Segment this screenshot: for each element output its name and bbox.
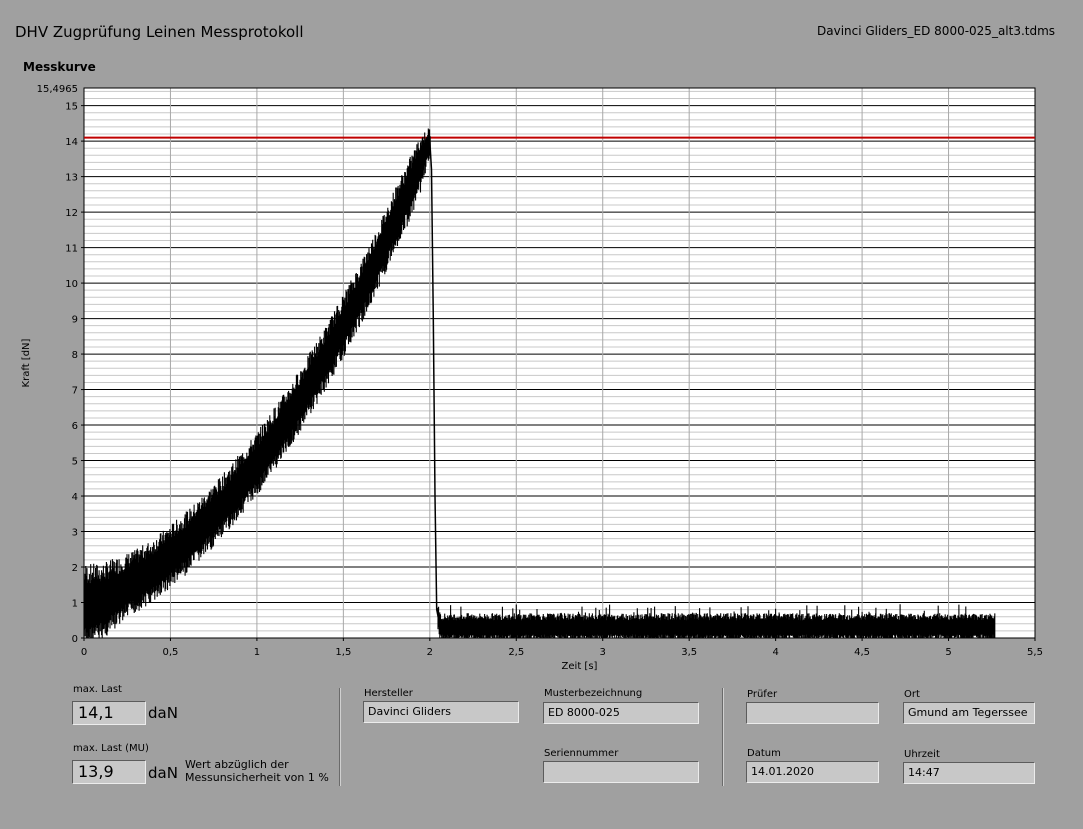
max-load-mu-unit: daN	[148, 764, 178, 782]
y-tick-label: 15	[65, 102, 78, 113]
y-max-label: 15,4965	[37, 84, 78, 95]
max-load-mu-label: max. Last (MU)	[73, 743, 149, 754]
date-field[interactable]: 14.01.2020	[746, 761, 879, 783]
x-axis-label: Zeit [s]	[562, 661, 598, 672]
x-tick-label: 0,5	[163, 647, 179, 658]
manufacturer-field[interactable]: Davinci Gliders	[363, 701, 519, 723]
y-tick-label: 0	[72, 634, 78, 645]
y-tick-label: 11	[65, 244, 78, 255]
x-tick-label: 3,5	[681, 647, 697, 658]
x-tick-label: 4	[772, 647, 778, 658]
force-time-chart[interactable]: 012345678910111213141515,49650 0,5 1 1,5 2 2,…	[0, 0, 1083, 680]
uncertainty-note: Wert abzüglich der Messunsicherheit von …	[185, 758, 329, 784]
y-tick-label: 10	[65, 279, 78, 290]
x-tick-label: 3	[600, 647, 606, 658]
y-tick-label: 5	[72, 457, 78, 468]
y-tick-label: 4	[72, 492, 78, 503]
plot-area	[84, 88, 1035, 638]
x-tick-label: 1	[254, 647, 260, 658]
examiner-label: Prüfer	[747, 689, 778, 700]
x-tick-label: 5,5	[1027, 647, 1043, 658]
max-load-label: max. Last	[73, 684, 122, 695]
location-field[interactable]: Gmund am Tegerssee	[903, 702, 1035, 724]
y-tick-label: 13	[65, 173, 78, 184]
time-field[interactable]: 14:47	[903, 762, 1035, 784]
model-field[interactable]: ED 8000-025	[543, 702, 699, 724]
location-label: Ort	[904, 689, 920, 700]
y-tick-label: 1	[72, 599, 78, 610]
x-tick-label: 1,5	[335, 647, 351, 658]
serial-label: Seriennummer	[544, 748, 619, 759]
y-axis-label: Kraft [dN]	[21, 338, 32, 387]
serial-field[interactable]	[543, 761, 699, 783]
time-label: Uhrzeit	[904, 749, 940, 760]
x-tick-label: 0	[81, 647, 87, 658]
y-tick-label: 9	[72, 315, 78, 326]
max-load-unit: daN	[148, 704, 178, 722]
y-tick-label: 3	[72, 528, 78, 539]
max-load-value: 14,1	[72, 701, 146, 725]
manufacturer-label: Hersteller	[364, 688, 413, 699]
separator-left	[339, 688, 341, 786]
y-tick-label: 14	[65, 137, 78, 148]
model-label: Musterbezeichnung	[544, 688, 643, 699]
examiner-field[interactable]	[746, 702, 879, 724]
max-load-mu-value: 13,9	[72, 760, 146, 784]
separator-right	[722, 688, 724, 786]
y-tick-label: 7	[72, 386, 78, 397]
x-tick-label: 2,5	[508, 647, 524, 658]
date-label: Datum	[747, 748, 781, 759]
uncertainty-note-line2: Messunsicherheit von 1 %	[185, 771, 329, 784]
y-tick-label: 2	[72, 563, 78, 574]
y-tick-label: 8	[72, 350, 78, 361]
x-tick-label: 4,5	[854, 647, 870, 658]
uncertainty-note-line1: Wert abzüglich der	[185, 758, 289, 771]
y-tick-label: 12	[65, 208, 78, 219]
y-tick-label: 6	[72, 421, 78, 432]
x-tick-label: 5	[945, 647, 951, 658]
x-tick-label: 2	[427, 647, 433, 658]
